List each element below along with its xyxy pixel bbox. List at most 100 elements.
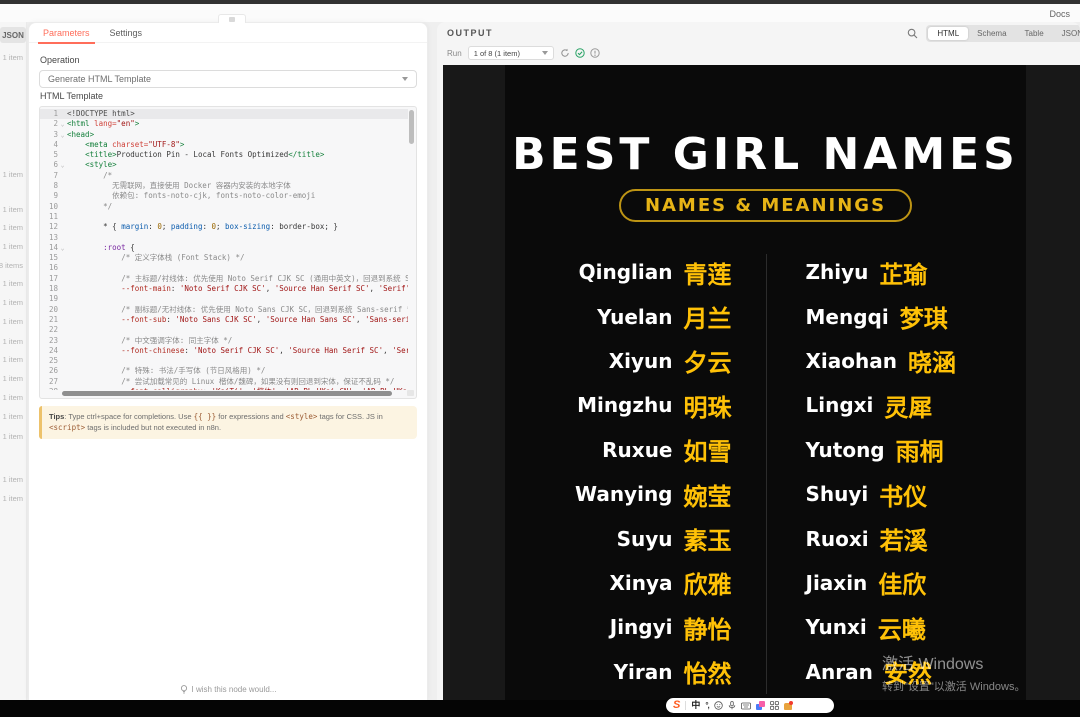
code-line[interactable]: 11 [40, 212, 408, 222]
tools-icon[interactable] [783, 701, 793, 710]
code-line[interactable]: 28 --font-calligraphy: 'KaiTi', '楷体', 'A… [40, 387, 408, 390]
code-line[interactable]: 20 /* 副标题/无衬线体: 优先使用 Noto Sans CJK SC，回退… [40, 305, 408, 315]
input-run-count: 1 item [2, 205, 23, 214]
name-hanzi: 书仪 [879, 482, 928, 511]
name-pinyin: Mengqi [805, 304, 889, 329]
name-hanzi: 佳欣 [878, 571, 927, 600]
skin-icon[interactable] [755, 701, 765, 710]
code-line[interactable]: 10 */ [40, 202, 408, 212]
name-hanzi: 欣雅 [683, 571, 732, 600]
input-json-tab[interactable]: JSON [0, 27, 26, 43]
virtual-keyboard-icon[interactable] [740, 702, 751, 710]
code-line[interactable]: 26 /* 特殊: 书法/手写体 (节日风格用) */ [40, 366, 408, 376]
toolbox-grid-icon[interactable] [769, 701, 779, 710]
input-run-count: 8 items [0, 261, 23, 270]
output-tab-json[interactable]: JSON [1053, 27, 1080, 40]
node-feedback-link[interactable]: I wish this node would... [29, 685, 427, 694]
code-line[interactable]: 13 [40, 233, 408, 243]
name-hanzi: 青莲 [683, 260, 732, 289]
name-hanzi: 如雪 [683, 438, 732, 467]
output-view-tabs: HTMLSchemaTableJSON [926, 25, 1080, 42]
name-pinyin: Qinglian [578, 260, 673, 285]
name-pinyin: Zhiyu [805, 260, 869, 285]
tips-label: Tips [49, 412, 65, 421]
tips-text: <style> [285, 412, 318, 421]
tips-box: Tips: Type ctrl+space for completions. U… [39, 406, 417, 439]
tab-parameters[interactable]: Parameters [38, 23, 95, 44]
html-template-editor[interactable]: 1 <!DOCTYPE html> 2 ⌄ <html lang="en"> 3 ⌄ <hea… [39, 106, 417, 399]
output-tab-schema[interactable]: Schema [968, 27, 1015, 40]
input-run-count: 1 item [2, 432, 23, 441]
code-line[interactable]: 12 * { margin: 0; padding: 0; box-sizing… [40, 222, 408, 232]
name-row: Jiaxin 佳欣 [766, 561, 1027, 605]
code-line[interactable]: 17 /* 主标题/衬线体: 优先使用 Noto Serif CJK SC (通… [40, 274, 408, 284]
name-hanzi: 雨桐 [895, 438, 944, 467]
tips-text: <script> [49, 423, 86, 433]
code-line[interactable]: 15 /* 定义字体栈 (Font Stack) */ [40, 253, 408, 263]
code-line[interactable]: 7 /* [40, 171, 408, 181]
code-line[interactable]: 24 --font-chinese: 'Noto Serif CJK SC', … [40, 346, 408, 356]
punctuation-mode-icon[interactable]: °, [705, 701, 710, 710]
sogou-logo-icon[interactable]: S [673, 700, 680, 711]
tips-text: {{ }} [193, 412, 217, 421]
code-line[interactable]: 23 /* 中文强调字体: 同主字体 */ [40, 336, 408, 346]
voice-input-icon[interactable] [728, 701, 736, 710]
windows-activation-watermark: 激活 Windows 转到"设置"以激活 Windows。 [882, 650, 1026, 694]
tab-settings[interactable]: Settings [108, 23, 145, 43]
code-line[interactable]: 1 <!DOCTYPE html> [40, 109, 408, 120]
code-line[interactable]: 22 [40, 325, 408, 335]
watermark-line2: 转到"设置"以激活 Windows。 [882, 681, 1026, 693]
code-line[interactable]: 27 /* 尝试加载常见的 Linux 楷体/魏碑，如果没有则回退到宋体，保证不… [40, 377, 408, 387]
code-line[interactable]: 8 无需联网，直接使用 Docker 容器内安装的本地字体 [40, 181, 408, 191]
input-mode-toggle[interactable]: 中 [691, 701, 700, 710]
code-line[interactable]: 21 --font-sub: 'Noto Sans CJK SC', 'Sour… [40, 315, 408, 325]
code-line[interactable]: 16 [40, 263, 408, 273]
name-pinyin: Xinya [609, 570, 673, 595]
name-hanzi: 晓涵 [907, 349, 956, 378]
name-pinyin: Anran [805, 659, 873, 684]
code-line[interactable]: 2 ⌄ <html lang="en"> [40, 119, 408, 129]
code-line[interactable]: 14 ⌄ :root { [40, 243, 408, 253]
output-title: OUTPUT [447, 28, 493, 38]
output-tab-html[interactable]: HTML [928, 27, 969, 40]
editor-vertical-scrollbar[interactable] [409, 110, 414, 144]
tips-text: : Type ctrl+space for completions. Use [64, 412, 194, 421]
name-pinyin: Xiaohan [805, 348, 897, 373]
name-row: Xiyun 夕云 [505, 339, 766, 383]
name-pinyin: Ruoxi [805, 526, 869, 551]
code-line[interactable]: 4 <meta charset="UTF-8"> [40, 140, 408, 150]
pin-title: BEST GIRL NAMES [512, 129, 1019, 180]
names-grid: Qinglian 青莲 Yuelan 月兰 Xiyun 夕云 Mingzhu 明珠 Ruxue 如… [505, 250, 1026, 694]
name-hanzi: 云曦 [877, 615, 926, 644]
name-pinyin: Yutong [805, 437, 885, 462]
name-row: Jingyi 静怡 [505, 605, 766, 649]
search-icon[interactable] [907, 28, 918, 39]
param-tabs: Parameters Settings [29, 23, 427, 44]
docs-link[interactable]: Docs [1049, 9, 1070, 19]
html-template-label: HTML Template [40, 91, 104, 101]
operation-select[interactable]: Generate HTML Template [39, 70, 417, 88]
refresh-icon[interactable] [560, 48, 570, 58]
code-lines: 1 <!DOCTYPE html> 2 ⌄ <html lang="en"> 3 ⌄ <hea… [40, 109, 408, 390]
code-line[interactable]: 3 ⌄ <head> [40, 130, 408, 140]
output-tab-table[interactable]: Table [1016, 27, 1053, 40]
node-drag-handle[interactable] [218, 14, 246, 23]
name-pinyin: Shuyi [805, 482, 869, 507]
code-line[interactable]: 6 ⌄ <style> [40, 160, 408, 170]
code-line[interactable]: 5 <title>Production Pin - Local Fonts Op… [40, 150, 408, 160]
input-run-count: 1 item [2, 223, 23, 232]
name-hanzi: 若溪 [879, 527, 928, 556]
run-selector[interactable]: 1 of 8 (1 item) [467, 46, 554, 60]
emoji-picker-icon[interactable] [714, 701, 723, 710]
name-hanzi: 月兰 [683, 305, 732, 334]
input-run-count: 1 item [2, 355, 23, 364]
code-line[interactable]: 18 --font-main: 'Noto Serif CJK SC', 'So… [40, 284, 408, 294]
name-row: Shuyi 书仪 [766, 472, 1027, 516]
operation-label: Operation [40, 55, 80, 65]
code-line[interactable]: 19 [40, 294, 408, 304]
code-line[interactable]: 9 依赖包: fonts-noto-cjk, fonts-noto-color-… [40, 191, 408, 201]
editor-horizontal-scrollbar[interactable] [62, 391, 392, 396]
name-hanzi: 夕云 [683, 349, 732, 378]
code-line[interactable]: 25 [40, 356, 408, 366]
input-run-count: 1 item [2, 317, 23, 326]
